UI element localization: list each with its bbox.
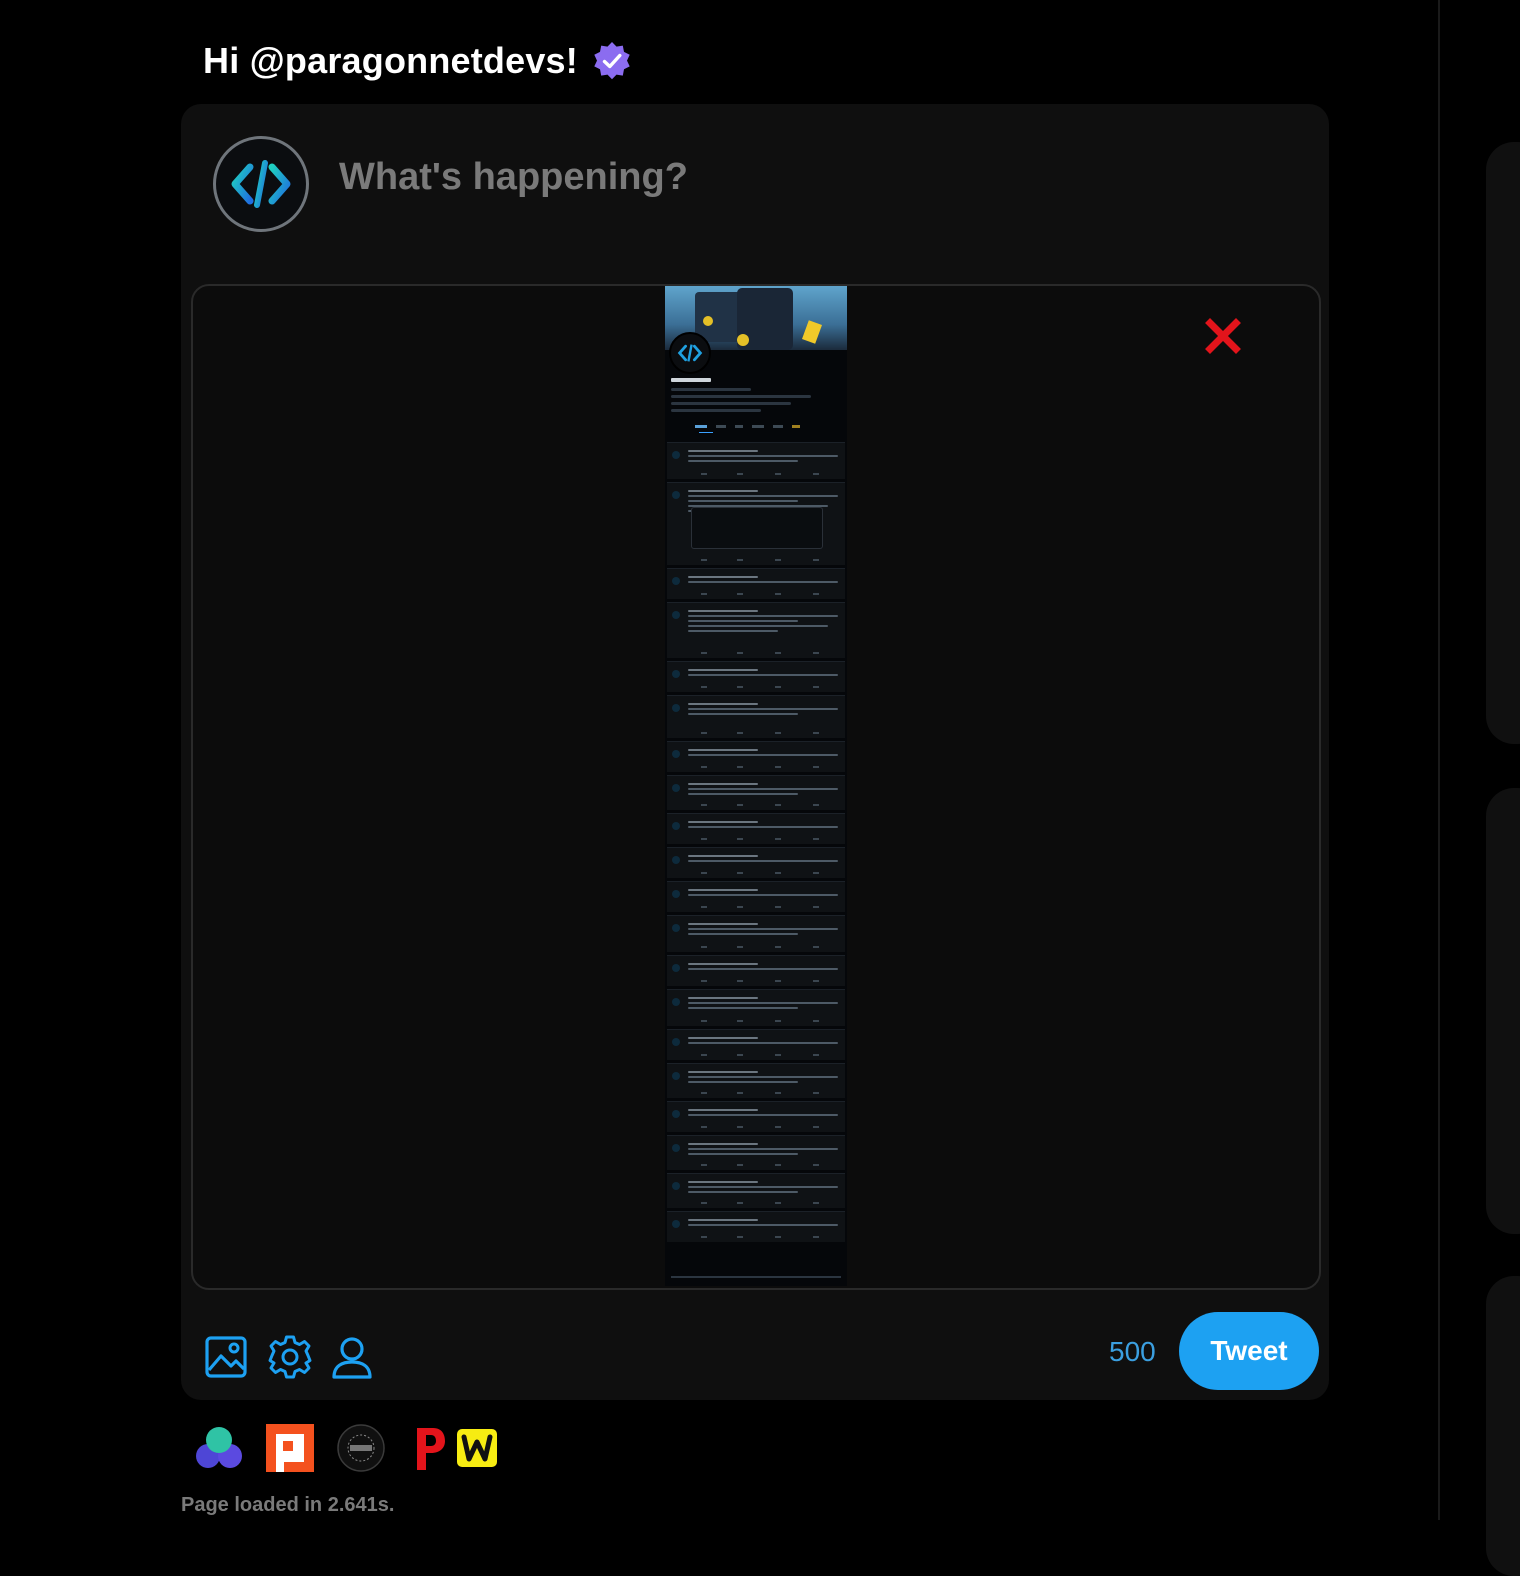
mini-tweet-image — [667, 1173, 845, 1208]
mini-tweet-image — [667, 482, 845, 565]
right-sidebar-card — [1486, 1276, 1520, 1576]
profile-tabs-image — [695, 425, 800, 428]
paragon-app-icon[interactable] — [266, 1424, 314, 1472]
mini-tweet-image — [667, 989, 845, 1026]
mini-tweet-image — [667, 1135, 845, 1170]
mini-tweet-image — [667, 775, 845, 810]
profile-avatar-image — [669, 332, 711, 374]
profile-name-image — [671, 378, 711, 382]
mini-tweet-image — [667, 955, 845, 986]
mini-tweet-image — [667, 695, 845, 738]
image-icon[interactable] — [203, 1334, 249, 1380]
mini-tweet-image — [667, 602, 845, 658]
attached-screenshot-image — [665, 286, 847, 1286]
mini-tweet-image — [667, 1211, 845, 1242]
mini-tweet-image — [667, 1063, 845, 1098]
page-load-status: Page loaded in 2.641s. — [181, 1494, 395, 1516]
greeting-text: Hi @paragonnetdevs! — [203, 40, 578, 81]
mini-tweet-image — [667, 568, 845, 599]
gear-icon[interactable] — [267, 1334, 313, 1380]
mini-tweet-image — [667, 442, 845, 479]
verified-badge-icon — [594, 42, 630, 80]
mini-tweet-image — [667, 813, 845, 844]
connect-app-icon[interactable] — [195, 1424, 243, 1472]
code-logo-icon — [231, 160, 291, 208]
tweet-button[interactable]: Tweet — [1179, 1312, 1319, 1390]
right-column-divider — [1438, 0, 1440, 1520]
remove-media-close-icon[interactable] — [1203, 316, 1243, 356]
mini-tweet-image — [667, 847, 845, 878]
character-counter: 500 — [1109, 1336, 1156, 1367]
mini-tweet-image — [667, 881, 845, 912]
mini-tweet-image — [667, 741, 845, 772]
avatar[interactable] — [213, 136, 309, 232]
tweet-composer: 500 Tweet — [181, 104, 1329, 1400]
right-sidebar-card — [1486, 142, 1520, 744]
dark-circle-app-icon[interactable] — [337, 1424, 385, 1472]
w-app-icon[interactable] — [455, 1424, 503, 1472]
red-p-app-icon[interactable] — [405, 1424, 453, 1472]
right-sidebar-card — [1486, 788, 1520, 1234]
attached-media-preview — [191, 284, 1321, 1290]
mini-tweet-image — [667, 661, 845, 692]
greeting: Hi @paragonnetdevs! — [203, 38, 632, 84]
mini-tweet-image — [667, 915, 845, 952]
mini-tweet-image — [667, 1029, 845, 1060]
user-icon[interactable] — [329, 1334, 375, 1380]
mini-tweet-image — [667, 1101, 845, 1132]
tweet-text-input[interactable] — [339, 152, 1239, 202]
